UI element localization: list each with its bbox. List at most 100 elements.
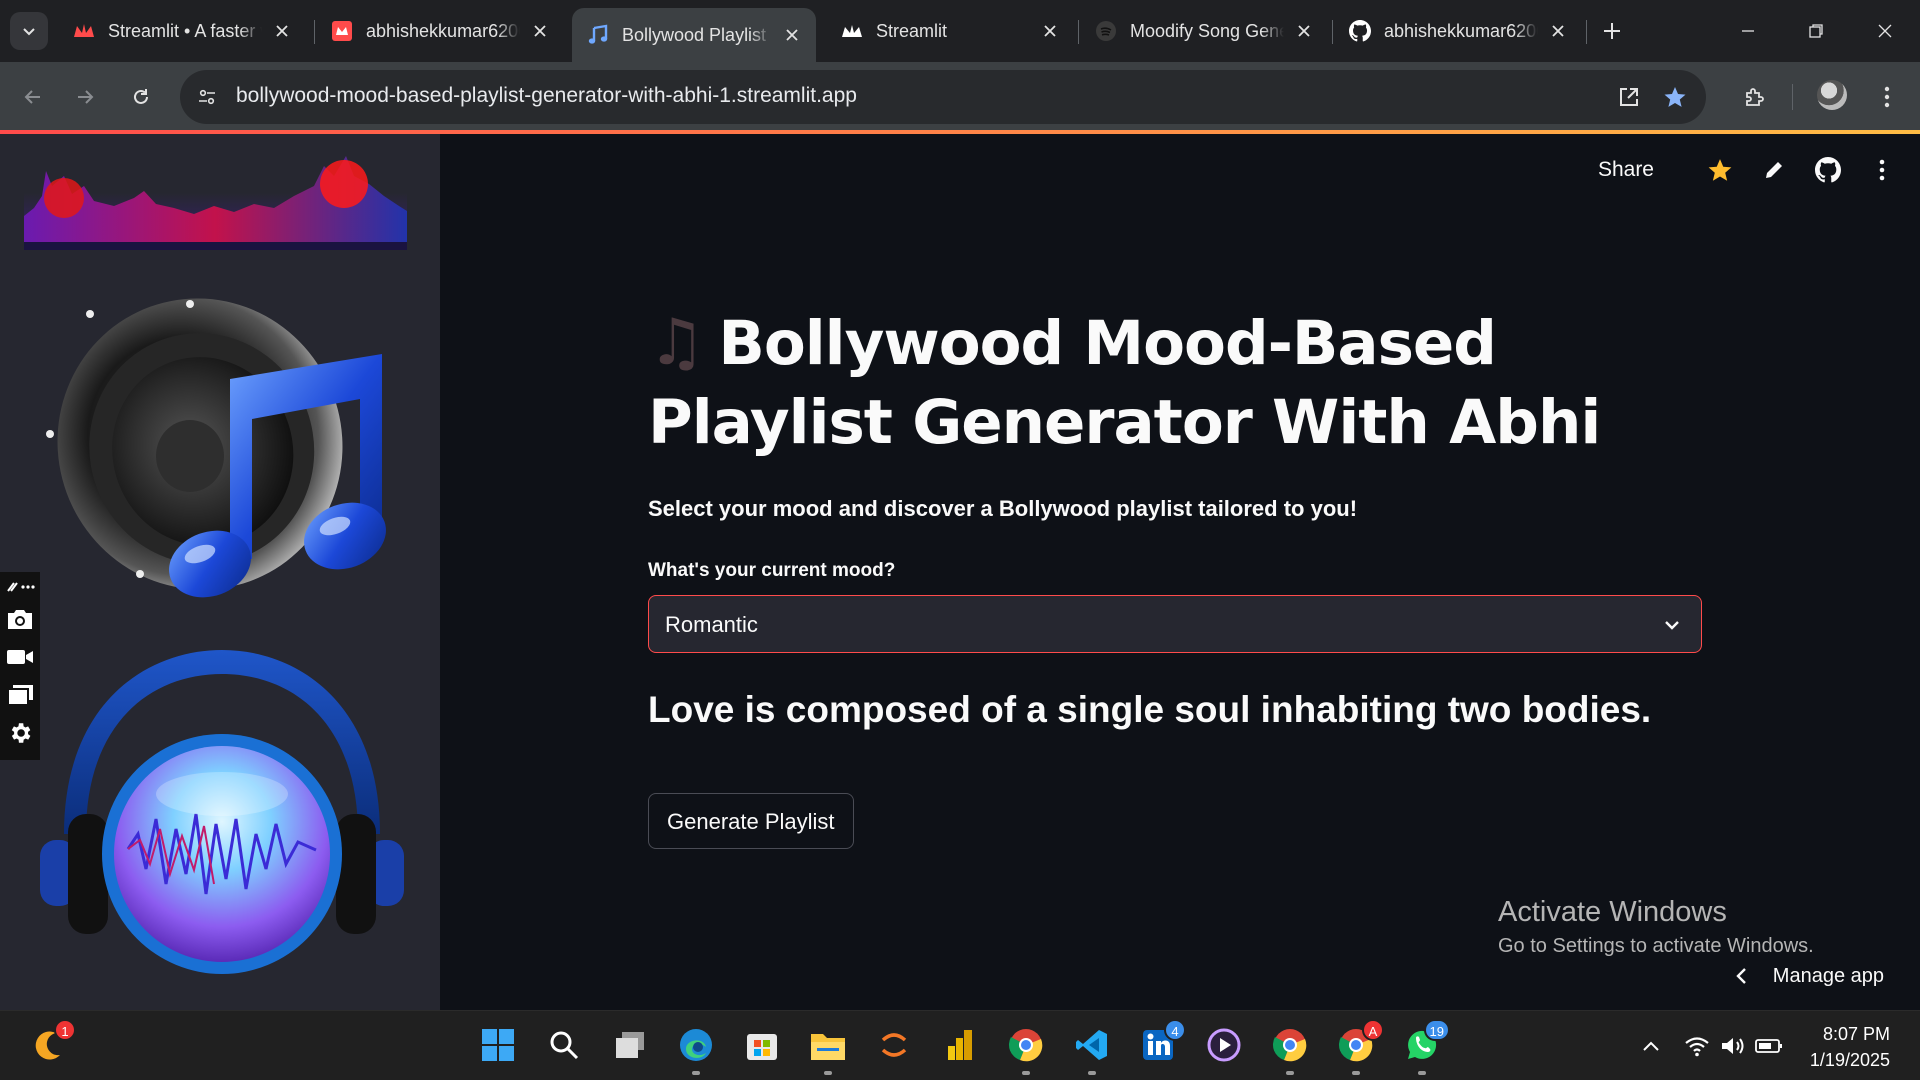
close-window-button[interactable] <box>1868 14 1902 48</box>
weather-widget[interactable]: 1 <box>26 1019 76 1067</box>
tab-search-button[interactable] <box>10 12 48 50</box>
chevron-down-icon <box>23 28 35 36</box>
camera-icon[interactable] <box>3 602 37 636</box>
forward-button[interactable] <box>66 78 104 116</box>
search-icon <box>550 1031 579 1060</box>
chrome-profile-2-app[interactable] <box>1268 1023 1312 1075</box>
browser-tab-bollywood-playlist[interactable]: Bollywood Playlist <box>572 8 816 62</box>
minimize-window-button[interactable] <box>1731 14 1765 48</box>
system-clock[interactable]: 8:07 PM 1/19/2025 <box>1810 1021 1890 1073</box>
tab-title: abhishekkumar62000 <box>366 20 520 41</box>
extensions-button[interactable] <box>1736 78 1774 116</box>
video-camera-icon[interactable] <box>3 640 37 674</box>
file-explorer-app[interactable] <box>806 1023 850 1075</box>
edge-app[interactable] <box>674 1023 718 1075</box>
bookmark-star-icon[interactable] <box>1660 82 1690 112</box>
github-icon <box>1348 19 1372 43</box>
manage-app-label: Manage app <box>1772 964 1884 987</box>
spotify-icon <box>1094 19 1118 43</box>
task-view-button[interactable] <box>608 1023 652 1067</box>
store-icon <box>747 1034 777 1060</box>
favorite-star-icon[interactable] <box>1702 152 1738 188</box>
close-tab-icon[interactable] <box>1548 21 1568 41</box>
task-view-icon <box>616 1032 644 1058</box>
power-bi-icon <box>948 1030 972 1060</box>
microsoft-store-app[interactable] <box>740 1023 784 1067</box>
show-hidden-icons-button[interactable] <box>1636 1031 1666 1061</box>
start-button[interactable] <box>476 1023 520 1067</box>
kebab-menu-icon <box>1884 86 1890 108</box>
page-title: ♫ Bollywood Mood-Based Playlist Generator… <box>648 304 1702 462</box>
power-bi-app[interactable] <box>938 1023 982 1067</box>
vscode-app[interactable] <box>1070 1023 1114 1075</box>
app-body: ♫ Bollywood Mood-Based Playlist Generator… <box>648 304 1702 849</box>
headphones-music-image <box>40 650 404 974</box>
back-button[interactable] <box>14 78 52 116</box>
tab-title: Bollywood Playlist <box>622 24 767 45</box>
open-in-app-icon[interactable] <box>1614 82 1644 112</box>
jupyter-app[interactable] <box>872 1023 916 1067</box>
watermark-subtitle: Go to Settings to activate Windows. <box>1498 935 1814 957</box>
whatsapp-app[interactable]: 19 <box>1400 1019 1450 1075</box>
linkedin-app[interactable]: 4 <box>1136 1019 1186 1067</box>
chevron-up-icon <box>1643 1041 1659 1051</box>
profile-avatar[interactable] <box>1817 80 1847 110</box>
watermark-title: Activate Windows <box>1498 896 1727 928</box>
sidebar <box>0 134 440 1010</box>
github-icon[interactable] <box>1810 152 1846 188</box>
tab-title: Moodify Song Generator <box>1130 20 1284 41</box>
share-button[interactable]: Share <box>1598 158 1654 182</box>
close-tab-icon[interactable] <box>782 25 802 45</box>
music-note-icon <box>586 23 610 47</box>
vscode-icon <box>1076 1030 1107 1060</box>
address-bar[interactable]: bollywood-mood-based-playlist-generator-… <box>180 70 1706 124</box>
notification-badge: 1 <box>54 1019 76 1041</box>
close-tab-icon[interactable] <box>1294 21 1314 41</box>
browser-tab-streamlit-home[interactable]: Streamlit • A faster way to build and sh… <box>58 8 306 54</box>
puzzle-icon <box>1746 88 1764 106</box>
clock-time: 8:07 PM <box>1822 1024 1890 1044</box>
chrome-icon <box>1272 1029 1307 1062</box>
generate-playlist-button[interactable]: Generate Playlist <box>648 793 854 849</box>
browser-tab-moodify[interactable]: Moodify Song Generator <box>1080 8 1328 54</box>
drag-handle-icon[interactable] <box>3 576 37 598</box>
speaker-music-note-image <box>46 298 386 598</box>
new-tab-button[interactable] <box>1597 16 1627 46</box>
arrow-right-icon <box>78 90 94 104</box>
restore-window-button[interactable] <box>1799 14 1833 48</box>
chrome-profile-3-app[interactable]: A <box>1334 1019 1384 1075</box>
search-button[interactable] <box>542 1023 586 1067</box>
windows-logo-icon <box>482 1029 514 1061</box>
wifi-icon[interactable] <box>1682 1031 1712 1061</box>
page-title-text: Bollywood Mood-Based Playlist Generator … <box>648 308 1601 458</box>
close-tab-icon[interactable] <box>530 21 550 41</box>
close-tab-icon[interactable] <box>1040 21 1060 41</box>
jupyter-icon <box>881 1033 907 1057</box>
app-header-actions: Share <box>1598 152 1900 188</box>
chevron-left-icon <box>1729 964 1753 988</box>
browser-menu-button[interactable] <box>1868 78 1906 116</box>
battery-icon[interactable] <box>1754 1031 1784 1061</box>
manage-app-button[interactable]: Manage app <box>1729 964 1884 988</box>
notification-badge: 4 <box>1164 1019 1186 1041</box>
browser-tab-streamlit[interactable]: Streamlit <box>826 8 1074 54</box>
edit-pencil-icon[interactable] <box>1756 152 1792 188</box>
profile-badge: A <box>1362 1019 1384 1041</box>
close-tab-icon[interactable] <box>272 21 292 41</box>
reload-button[interactable] <box>122 78 160 116</box>
chrome-profile-1-app[interactable] <box>1004 1023 1048 1075</box>
streamlit-crown-icon <box>72 19 96 43</box>
windows-capture-icon[interactable] <box>3 678 37 712</box>
settings-gear-icon[interactable] <box>3 716 37 750</box>
browser-tab-github-user[interactable]: abhishekkumar62000 <box>316 8 564 54</box>
site-info-icon[interactable] <box>192 82 222 112</box>
page-subtitle: Select your mood and discover a Bollywoo… <box>648 496 1358 521</box>
mood-select[interactable]: Romantic <box>648 595 1702 653</box>
concert-banner-image <box>24 146 407 250</box>
app-menu-kebab-icon[interactable] <box>1864 152 1900 188</box>
notification-badge: 19 <box>1423 1019 1450 1041</box>
volume-icon[interactable] <box>1718 1031 1748 1061</box>
browser-tab-github[interactable]: abhishekkumar62000 <box>1334 8 1582 54</box>
media-player-app[interactable] <box>1202 1023 1246 1067</box>
chrome-icon <box>1008 1029 1043 1062</box>
